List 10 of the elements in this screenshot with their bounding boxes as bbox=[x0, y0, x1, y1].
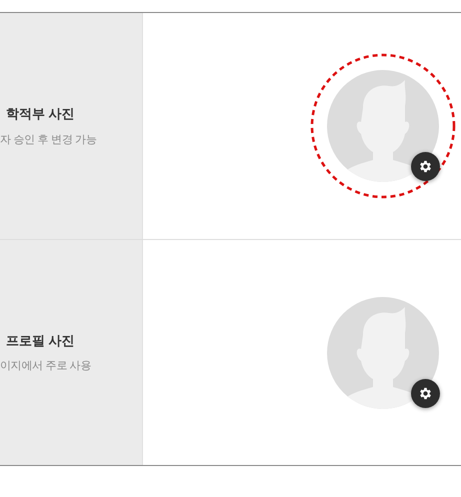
settings-button[interactable] bbox=[411, 378, 440, 408]
settings-icon bbox=[418, 159, 433, 174]
row-title: 학적부 사진 bbox=[6, 105, 76, 123]
settings-icon bbox=[418, 386, 433, 400]
row-description: 이지에서 주로 사용 bbox=[0, 359, 92, 374]
row-title: 프로필 사진 bbox=[6, 332, 76, 350]
avatar-placeholder-icon bbox=[327, 70, 439, 182]
settings-button[interactable] bbox=[411, 152, 440, 181]
avatar-placeholder-icon bbox=[327, 296, 439, 408]
row-description: 자 승인 후 변경 가능 bbox=[0, 132, 98, 148]
